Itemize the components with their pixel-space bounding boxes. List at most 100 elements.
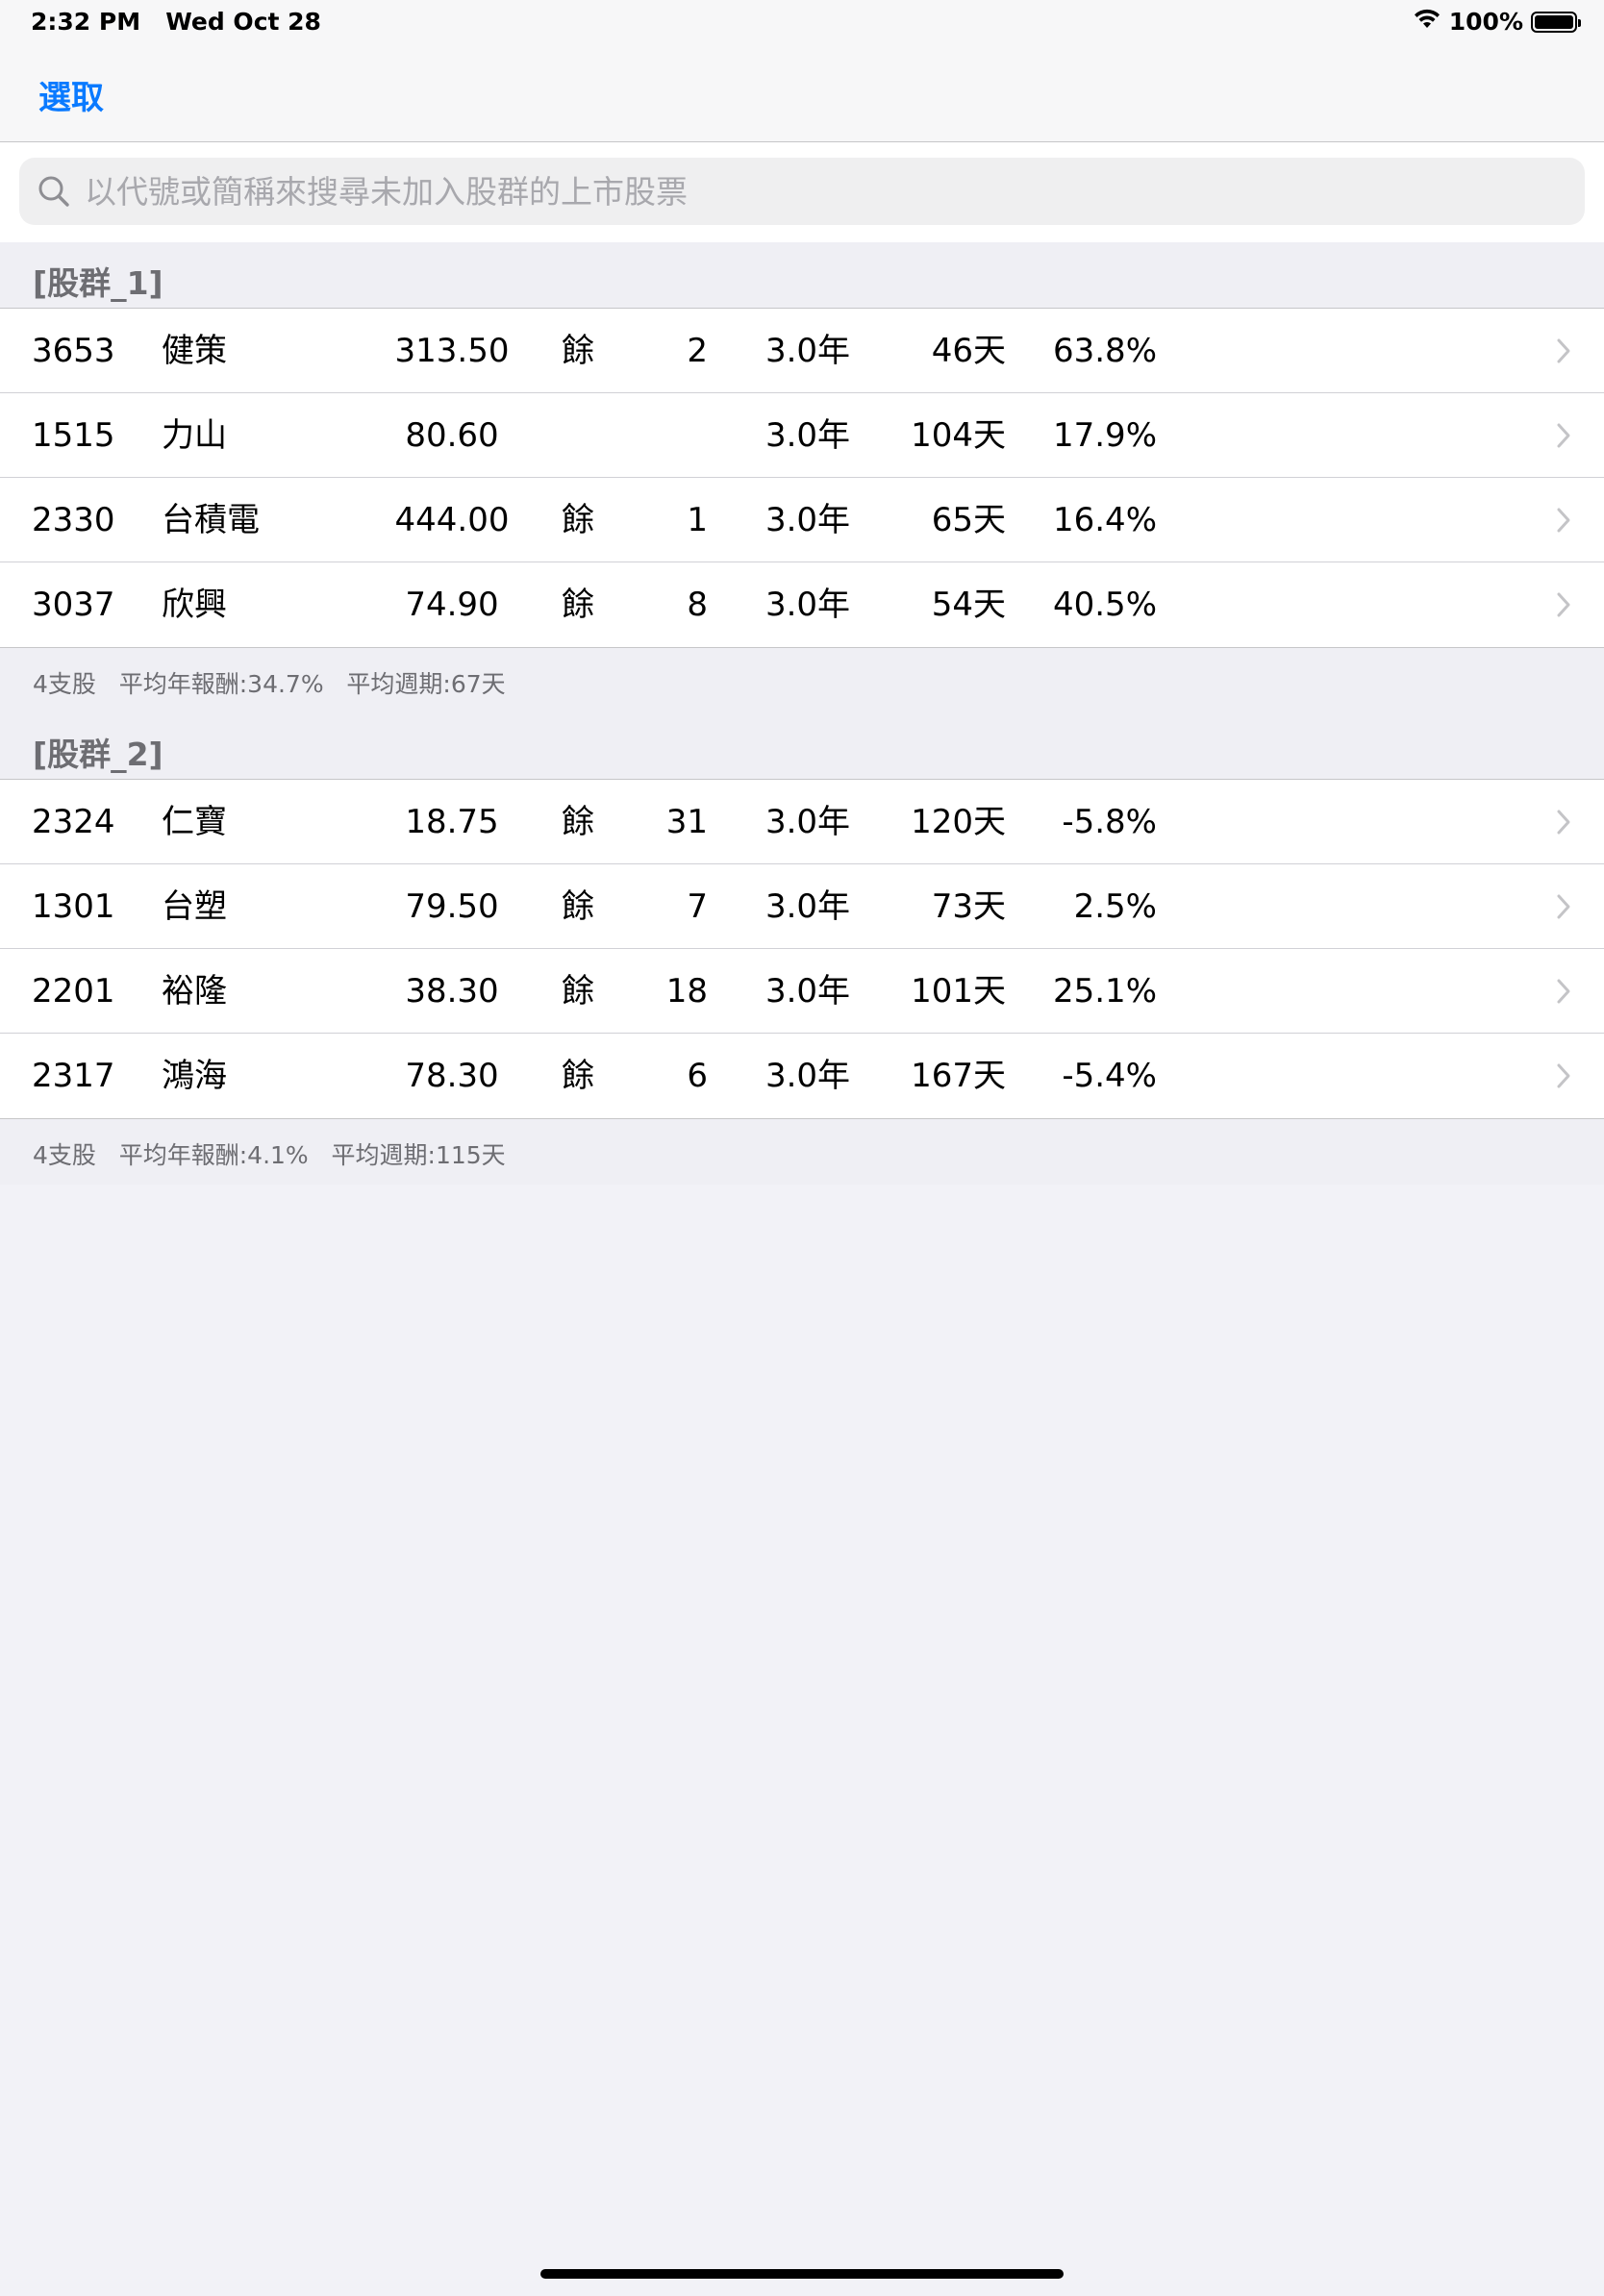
stock-price: 313.50 xyxy=(394,332,510,370)
stock-price: 444.00 xyxy=(394,501,510,539)
period-years: 3.0年 xyxy=(764,1057,851,1095)
search-field[interactable] xyxy=(19,158,1585,225)
chevron-right-icon xyxy=(1556,591,1571,618)
section-footer: 4支股 平均年報酬:34.7% 平均週期:67天 xyxy=(0,648,1604,713)
chevron-right-icon xyxy=(1556,337,1571,364)
stock-code: 2324 xyxy=(32,803,115,841)
remaining-label: 餘 xyxy=(562,1057,594,1095)
stock-code: 2317 xyxy=(32,1057,115,1095)
annual-return: 25.1% xyxy=(1052,972,1157,1011)
search-icon xyxy=(35,172,73,211)
stock-name: 健策 xyxy=(162,332,227,370)
annual-return: 40.5% xyxy=(1052,586,1157,624)
chevron-right-icon xyxy=(1556,809,1571,836)
stock-price: 74.90 xyxy=(405,586,499,624)
period-years: 3.0年 xyxy=(764,887,851,926)
stock-name: 欣興 xyxy=(162,586,227,624)
cycle-days: 104天 xyxy=(911,416,1006,455)
remaining-count: 1 xyxy=(687,501,708,539)
cycle-days: 54天 xyxy=(931,586,1006,624)
cycle-days: 46天 xyxy=(931,332,1006,370)
stock-rows: 2324 仁寶 18.75 餘 31 3.0年 120天 -5.8% 1301 台塑 79.50 餘 7… xyxy=(0,780,1604,1119)
stock-row[interactable]: 1515 力山 80.60 3.0年 104天 17.9% xyxy=(0,393,1604,478)
stock-price: 18.75 xyxy=(405,803,499,841)
annual-return: -5.8% xyxy=(1062,803,1157,841)
home-indicator[interactable] xyxy=(540,2269,1064,2279)
section-title: [股群_2] xyxy=(33,736,163,773)
cycle-days: 101天 xyxy=(911,972,1006,1011)
remaining-label: 餘 xyxy=(562,972,594,1011)
stock-code: 2330 xyxy=(32,501,115,539)
stock-row[interactable]: 3037 欣興 74.90 餘 8 3.0年 54天 40.5% xyxy=(0,562,1604,647)
search-area xyxy=(0,142,1604,242)
remaining-count: 18 xyxy=(665,972,708,1011)
period-years: 3.0年 xyxy=(764,416,851,455)
stock-name: 力山 xyxy=(162,416,227,455)
remaining-label: 餘 xyxy=(562,887,594,926)
status-time: 2:32 PM Wed Oct 28 xyxy=(31,8,321,36)
stock-code: 3653 xyxy=(32,332,115,370)
stock-row[interactable]: 2324 仁寶 18.75 餘 31 3.0年 120天 -5.8% xyxy=(0,780,1604,864)
remaining-count: 8 xyxy=(687,586,708,624)
chevron-right-icon xyxy=(1556,507,1571,534)
wifi-icon xyxy=(1413,8,1441,36)
chevron-right-icon xyxy=(1556,893,1571,920)
remaining-label: 餘 xyxy=(562,803,594,841)
stock-name: 仁寶 xyxy=(162,803,227,841)
navigation-bar: 選取 xyxy=(0,44,1604,142)
chevron-right-icon xyxy=(1556,422,1571,449)
cycle-days: 167天 xyxy=(911,1057,1006,1095)
cycle-days: 73天 xyxy=(931,887,1006,926)
section-footer: 4支股 平均年報酬:4.1% 平均週期:115天 xyxy=(0,1119,1604,1185)
period-years: 3.0年 xyxy=(764,586,851,624)
stock-code: 2201 xyxy=(32,972,115,1011)
stock-code: 3037 xyxy=(32,586,115,624)
stock-row[interactable]: 1301 台塑 79.50 餘 7 3.0年 73天 2.5% xyxy=(0,864,1604,949)
cycle-days: 65天 xyxy=(931,501,1006,539)
annual-return: 2.5% xyxy=(1073,887,1157,926)
annual-return: 17.9% xyxy=(1052,416,1157,455)
remaining-label: 餘 xyxy=(562,586,594,624)
status-indicators: 100% xyxy=(1413,8,1581,36)
annual-return: 16.4% xyxy=(1052,501,1157,539)
group-summary: 4支股 平均年報酬:34.7% 平均週期:67天 xyxy=(33,670,506,698)
search-input[interactable] xyxy=(83,171,1529,212)
stock-price: 80.60 xyxy=(405,416,499,455)
period-years: 3.0年 xyxy=(764,501,851,539)
annual-return: -5.4% xyxy=(1062,1057,1157,1095)
stock-code: 1515 xyxy=(32,416,115,455)
status-bar: 2:32 PM Wed Oct 28 100% xyxy=(0,0,1604,44)
section-header: [股群_1] xyxy=(0,242,1604,309)
remaining-label: 餘 xyxy=(562,501,594,539)
battery-icon xyxy=(1531,11,1581,33)
stock-name: 台塑 xyxy=(162,887,227,926)
cycle-days: 120天 xyxy=(911,803,1006,841)
stock-row[interactable]: 2317 鴻海 78.30 餘 6 3.0年 167天 -5.4% xyxy=(0,1034,1604,1118)
stock-name: 鴻海 xyxy=(162,1057,227,1095)
period-years: 3.0年 xyxy=(764,332,851,370)
remaining-label: 餘 xyxy=(562,332,594,370)
period-years: 3.0年 xyxy=(764,972,851,1011)
annual-return: 63.8% xyxy=(1052,332,1157,370)
stock-group-list: [股群_1] 3653 健策 313.50 餘 2 3.0年 46天 63.8% 1515 力山 80… xyxy=(0,242,1604,1185)
stock-row[interactable]: 3653 健策 313.50 餘 2 3.0年 46天 63.8% xyxy=(0,309,1604,393)
select-button[interactable]: 選取 xyxy=(38,71,104,118)
stock-code: 1301 xyxy=(32,887,115,926)
battery-percent: 100% xyxy=(1448,8,1523,36)
stock-name: 台積電 xyxy=(162,501,260,539)
remaining-count xyxy=(615,393,708,478)
section-title: [股群_1] xyxy=(33,264,163,302)
stock-price: 79.50 xyxy=(405,887,499,926)
chevron-right-icon xyxy=(1556,978,1571,1005)
stock-name: 裕隆 xyxy=(162,972,227,1011)
stock-row[interactable]: 2330 台積電 444.00 餘 1 3.0年 65天 16.4% xyxy=(0,478,1604,562)
stock-price: 78.30 xyxy=(405,1057,499,1095)
stock-rows: 3653 健策 313.50 餘 2 3.0年 46天 63.8% 1515 力山 80.60 3.0… xyxy=(0,309,1604,648)
stock-price: 38.30 xyxy=(405,972,499,1011)
remaining-count: 6 xyxy=(687,1057,708,1095)
stock-row[interactable]: 2201 裕隆 38.30 餘 18 3.0年 101天 25.1% xyxy=(0,949,1604,1034)
section-header: [股群_2] xyxy=(0,713,1604,780)
period-years: 3.0年 xyxy=(764,803,851,841)
remaining-count: 2 xyxy=(687,332,708,370)
chevron-right-icon xyxy=(1556,1062,1571,1089)
